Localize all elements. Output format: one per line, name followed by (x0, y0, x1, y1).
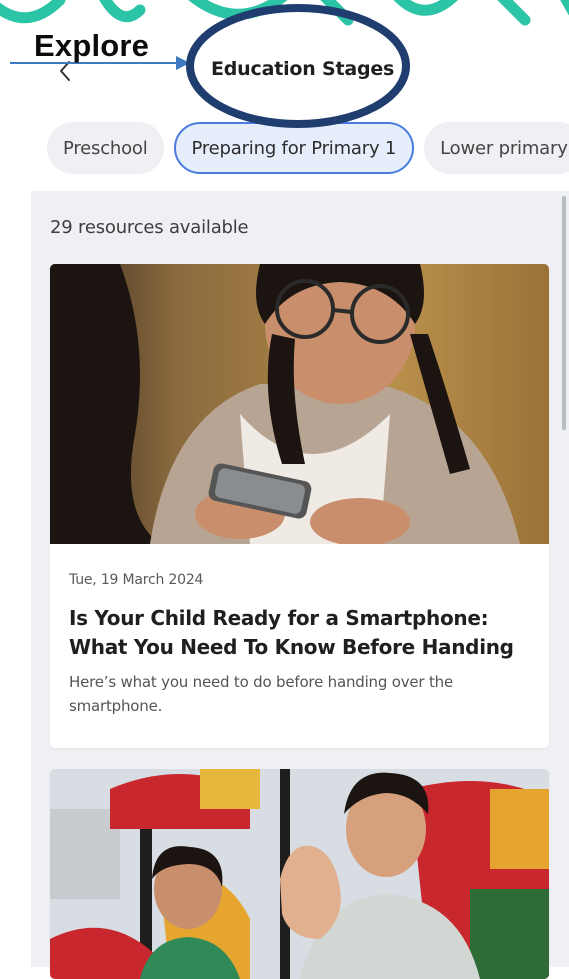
top-decorative-lettering (0, 0, 569, 26)
scrollbar[interactable] (562, 196, 566, 430)
card-description: Here’s what you need to do before handin… (69, 673, 453, 715)
tab-lower-primary[interactable]: Lower primary (424, 122, 569, 174)
card-date: Tue, 19 March 2024 (69, 572, 204, 588)
card-title: Is Your Child Ready for a Smartphone: Wh… (69, 606, 514, 659)
girl-with-smartphone-photo (50, 264, 549, 544)
explore-annotation-label: Explore (34, 28, 150, 63)
tab-preparing-for-primary-1[interactable]: Preparing for Primary 1 (173, 122, 415, 174)
tab-preschool[interactable]: Preschool (47, 122, 164, 174)
stage-tabs: Preschool Preparing for Primary 1 Lower … (47, 122, 569, 174)
people-waving-at-playground-photo (50, 769, 549, 979)
resource-card[interactable]: Tue, 19 March 2024 Is Your Child Ready f… (50, 264, 549, 748)
resource-count: 29 resources available (50, 217, 249, 238)
resource-card[interactable] (50, 769, 549, 979)
page-title: Education Stages (211, 58, 395, 80)
